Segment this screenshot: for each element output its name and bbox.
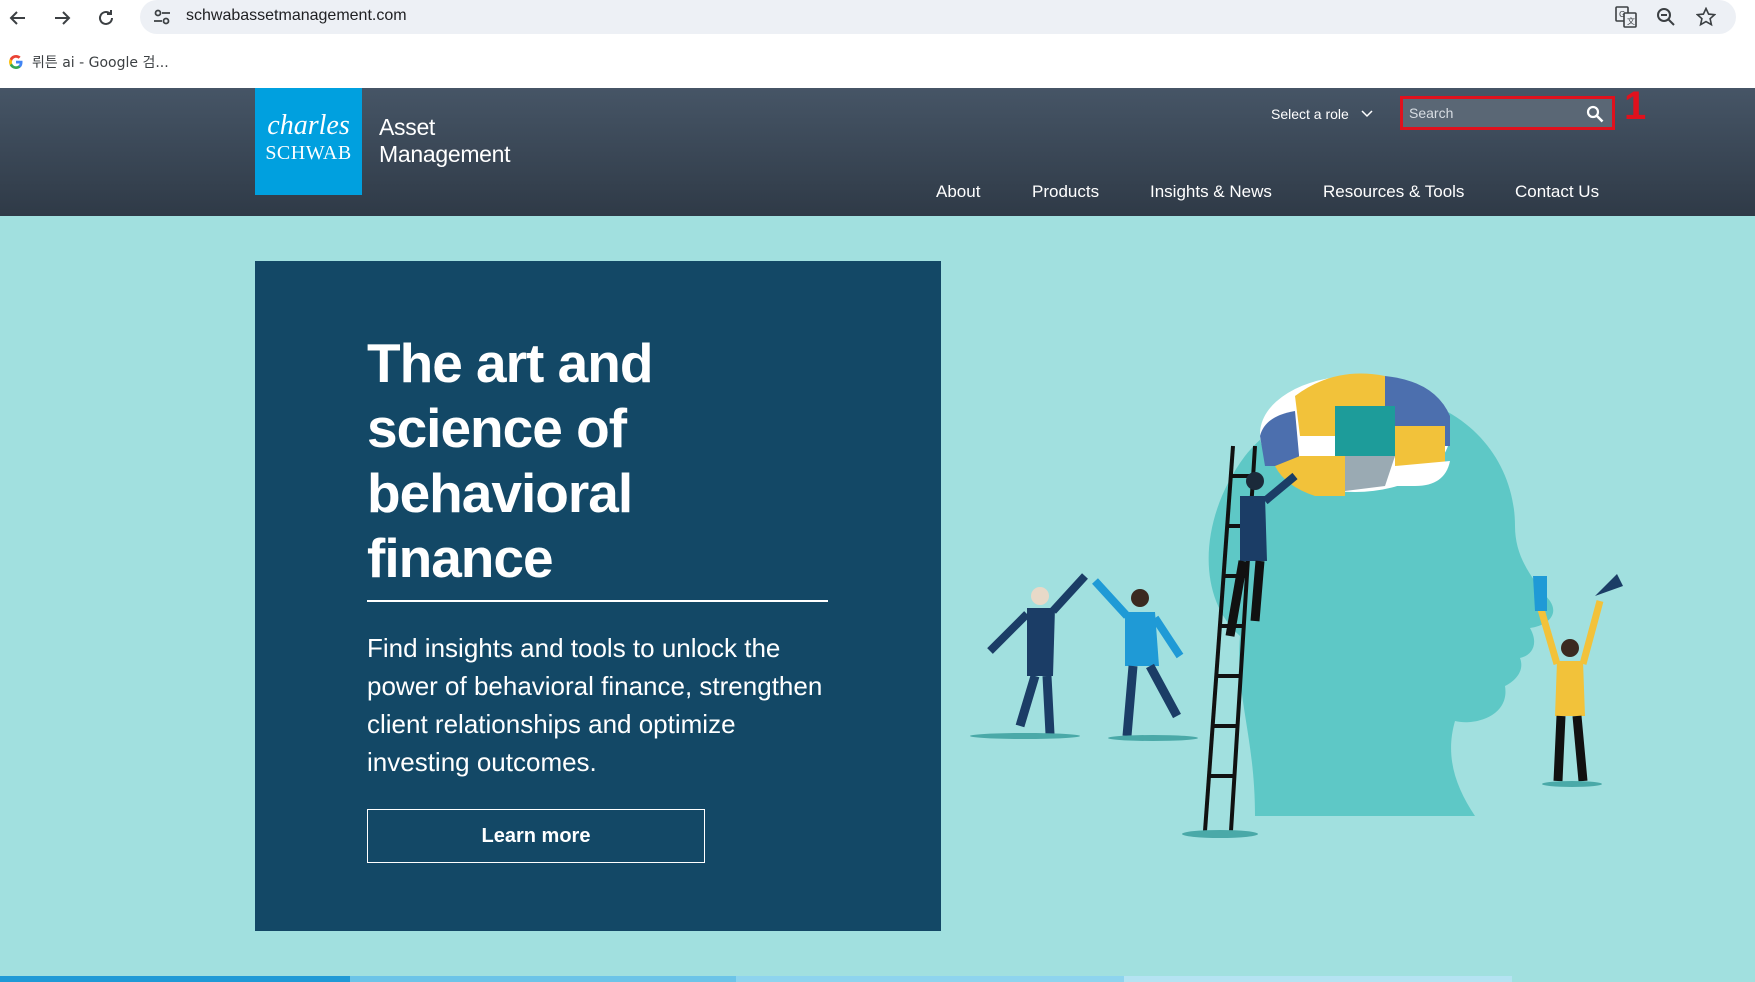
- nav-products[interactable]: Products: [1032, 182, 1099, 206]
- nav-insights-news[interactable]: Insights & News: [1150, 182, 1272, 206]
- brand-name[interactable]: Asset Management: [379, 114, 511, 168]
- svg-text:G: G: [1619, 10, 1625, 19]
- nav-about[interactable]: About: [936, 182, 980, 206]
- brand-line-2: Management: [379, 141, 511, 167]
- zoom-icon[interactable]: [1654, 5, 1678, 29]
- high-five-figures: [970, 573, 1198, 741]
- hero-title: The art and science of behavioral financ…: [367, 332, 653, 589]
- nav-resources-tools[interactable]: Resources & Tools: [1323, 182, 1464, 206]
- behavioral-finance-illustration: [970, 373, 1623, 838]
- learn-more-button[interactable]: Learn more: [367, 809, 705, 863]
- hero-card: The art and science of behavioral financ…: [255, 261, 941, 931]
- address-bar[interactable]: schwabassetmanagement.com G文: [140, 0, 1736, 34]
- forward-icon[interactable]: [48, 4, 76, 32]
- google-icon: [9, 55, 23, 69]
- role-select-label: Select a role: [1271, 106, 1349, 122]
- carousel-indicator-4[interactable]: [1124, 976, 1512, 982]
- url-text[interactable]: schwabassetmanagement.com: [186, 7, 407, 25]
- hero-section: The art and science of behavioral financ…: [0, 216, 1755, 982]
- schwab-logo[interactable]: charles SCHWAB: [255, 88, 362, 195]
- logo-schwab-text: SCHWAB: [265, 142, 352, 164]
- brand-line-1: Asset: [379, 114, 436, 140]
- search-input[interactable]: [1409, 103, 1579, 123]
- hero-description: Find insights and tools to unlock the po…: [367, 633, 823, 777]
- bookmark-star-icon[interactable]: [1694, 5, 1718, 29]
- svg-text:文: 文: [1627, 16, 1635, 26]
- nav-contact-us[interactable]: Contact Us: [1515, 182, 1599, 206]
- site-header: charles SCHWAB Asset Management Select a…: [0, 84, 1755, 216]
- carousel-indicator-3[interactable]: [736, 976, 1124, 982]
- bookmarks-bar: 뤼튼 ai - Google 검...: [0, 44, 1755, 88]
- site-info-icon[interactable]: [152, 7, 172, 27]
- back-icon[interactable]: [4, 4, 32, 32]
- search-icon[interactable]: [1586, 105, 1604, 123]
- translate-icon[interactable]: G文: [1614, 5, 1638, 29]
- role-select-dropdown[interactable]: Select a role: [1271, 106, 1373, 122]
- annotation-marker: 1: [1624, 84, 1647, 128]
- search-box: [1400, 96, 1615, 130]
- reload-icon[interactable]: [92, 4, 120, 32]
- logo-charles-text: charles: [267, 110, 350, 141]
- browser-toolbar: schwabassetmanagement.com G文: [0, 0, 1755, 36]
- cheering-figure: [1533, 574, 1623, 787]
- carousel-indicator-1[interactable]: [0, 976, 350, 982]
- carousel-indicator-2[interactable]: [350, 976, 736, 982]
- hero-divider: [367, 600, 828, 602]
- bookmark-item[interactable]: 뤼튼 ai - Google 검...: [8, 52, 169, 72]
- bookmark-label: 뤼튼 ai - Google 검...: [32, 55, 169, 71]
- chevron-down-icon: [1361, 110, 1373, 118]
